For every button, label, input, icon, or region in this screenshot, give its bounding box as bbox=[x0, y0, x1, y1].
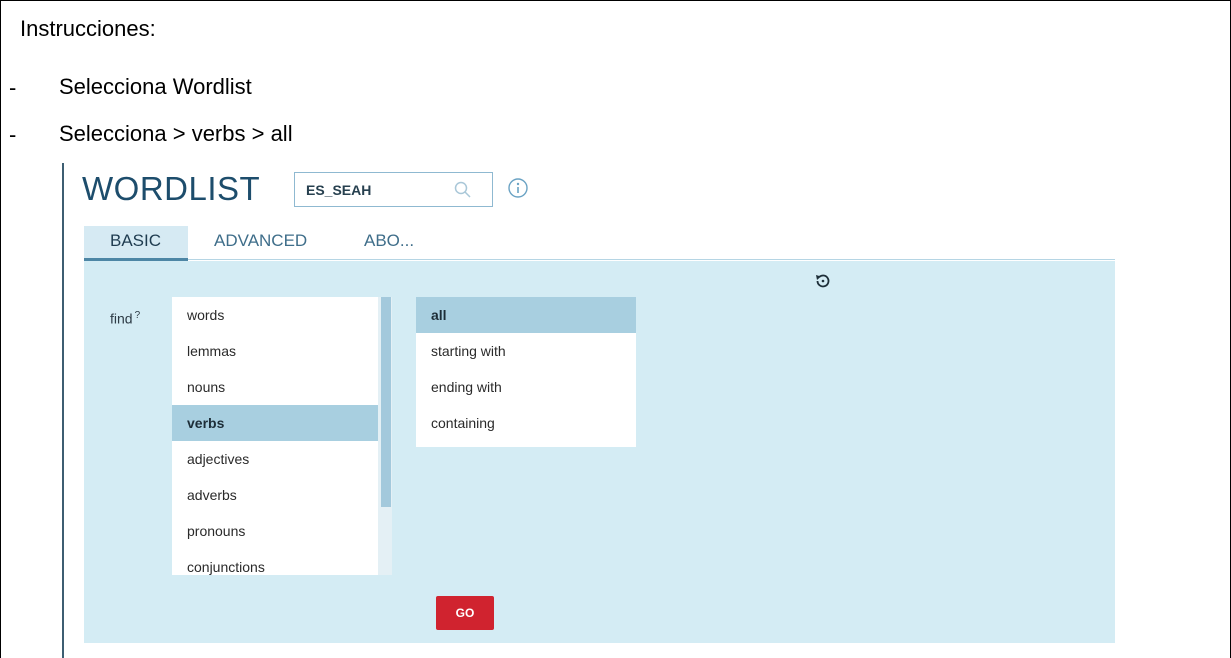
list-item[interactable]: containing bbox=[416, 405, 636, 441]
tab-basic[interactable]: BASIC bbox=[110, 231, 161, 251]
step-bullet: - bbox=[9, 122, 17, 147]
list-item[interactable]: pronouns bbox=[172, 513, 378, 549]
tab-advanced[interactable]: ADVANCED bbox=[214, 231, 307, 251]
find-help-icon[interactable]: ? bbox=[135, 310, 141, 321]
screenshot-left-rule bbox=[62, 163, 64, 658]
step-text: Selecciona Wordlist bbox=[59, 74, 252, 99]
find-label: find? bbox=[110, 310, 140, 327]
corpus-value: ES_SEAH bbox=[306, 181, 372, 198]
find-option-list[interactable]: words lemmas nouns verbs adjectives adve… bbox=[172, 297, 378, 575]
reset-icon[interactable] bbox=[813, 271, 833, 291]
search-icon[interactable] bbox=[452, 179, 474, 201]
list-item[interactable]: adjectives bbox=[172, 441, 378, 477]
instructions-title: Instrucciones: bbox=[20, 16, 156, 41]
tab-about[interactable]: ABO... bbox=[364, 231, 414, 251]
list-item[interactable]: starting with bbox=[416, 333, 636, 369]
list-item[interactable]: nouns bbox=[172, 369, 378, 405]
step-bullet: - bbox=[9, 75, 17, 100]
info-icon[interactable] bbox=[507, 177, 529, 199]
step-text: Selecciona > verbs > all bbox=[59, 121, 293, 146]
find-label-text: find bbox=[110, 310, 133, 327]
corpus-search-field[interactable]: ES_SEAH bbox=[294, 172, 493, 207]
list-scrollbar-thumb[interactable] bbox=[381, 297, 391, 507]
list-item[interactable]: ending with bbox=[416, 369, 636, 405]
list-item[interactable]: lemmas bbox=[172, 333, 378, 369]
list-item-selected[interactable]: all bbox=[416, 297, 636, 333]
go-button[interactable]: GO bbox=[436, 596, 494, 630]
tab-divider bbox=[188, 259, 1115, 260]
list-item[interactable]: words bbox=[172, 297, 378, 333]
list-item[interactable]: conjunctions bbox=[172, 549, 378, 575]
match-option-list[interactable]: all starting with ending with containing bbox=[416, 297, 636, 447]
list-item-selected[interactable]: verbs bbox=[172, 405, 378, 441]
list-item[interactable]: adverbs bbox=[172, 477, 378, 513]
app-title: WORDLIST bbox=[82, 170, 261, 207]
